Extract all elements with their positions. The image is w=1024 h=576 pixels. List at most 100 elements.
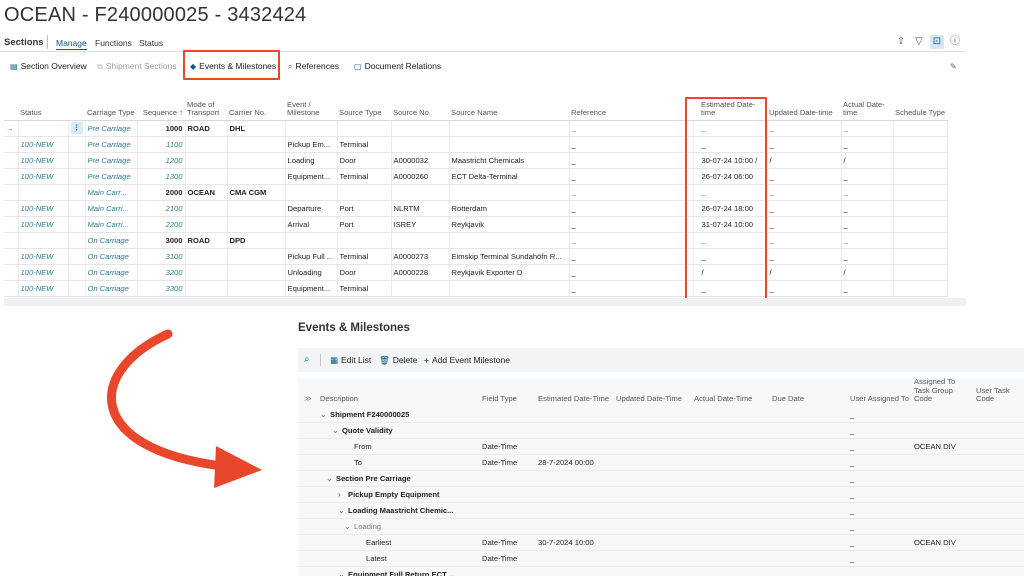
list-item[interactable]: ⌄ Equipment Full Return ECT ... _: [298, 566, 1024, 576]
ev-col-task-group[interactable]: Assigned To Task Group Code: [912, 377, 974, 407]
chevron-down-icon[interactable]: ⌄: [338, 570, 348, 576]
delete-button[interactable]: 🗑 Delete: [379, 355, 417, 366]
col-carrier[interactable]: Carrier No.: [227, 96, 285, 121]
cell-seq[interactable]: 2200: [137, 216, 186, 233]
row-menu[interactable]: [68, 232, 86, 249]
list-item[interactable]: Earliest Date-Time 30-7-2024 10:00 _ OCEAN D…: [298, 534, 1024, 551]
row-menu[interactable]: [68, 168, 86, 185]
row-menu[interactable]: [68, 200, 86, 217]
row-menu[interactable]: [68, 216, 86, 233]
cell-seq[interactable]: 1100: [137, 136, 186, 153]
chevron-down-icon[interactable]: ⌄: [326, 474, 336, 483]
table-row[interactable]: 100-NEW On Carriage 3100 Pickup Full ... Ter…: [4, 248, 948, 265]
more-options-icon[interactable]: ⋮: [70, 122, 83, 134]
cell-status[interactable]: 100-NEW: [18, 152, 69, 169]
col-actual[interactable]: Actual Date-time: [841, 96, 893, 121]
menu-functions[interactable]: Functions: [95, 38, 132, 48]
cell-seq[interactable]: 3200: [137, 264, 186, 281]
table-row[interactable]: 100-NEW On Carriage 3200 Unloading Door A0000…: [4, 264, 948, 281]
list-item[interactable]: Latest Date-Time _: [298, 550, 1024, 567]
cell-seq[interactable]: 3300: [137, 280, 186, 297]
filter-icon[interactable]: ▽: [912, 35, 926, 49]
document-relations-button[interactable]: ▢ Document Relations: [354, 61, 441, 71]
cell-status[interactable]: 100-NEW: [18, 280, 69, 297]
cell-seq[interactable]: 2000: [137, 184, 186, 201]
ev-col-user-assigned[interactable]: User Assigned To: [848, 378, 912, 407]
row-menu[interactable]: ⋮: [68, 120, 86, 137]
col-mode[interactable]: Mode of Transport: [185, 96, 227, 121]
cell-status[interactable]: 100-NEW: [18, 248, 69, 265]
table-row[interactable]: 100-NEW Main Carri... 2100 Departure Port NLR…: [4, 200, 948, 217]
col-source-name[interactable]: Source Name: [449, 96, 569, 121]
table-row[interactable]: 100-NEW Pre Carriage 1100 Pickup Em... Termi…: [4, 136, 948, 153]
row-menu[interactable]: [68, 152, 86, 169]
cell-status[interactable]: 100-NEW: [18, 216, 69, 233]
list-item[interactable]: ⌄ Loading _: [298, 518, 1024, 535]
pin-icon[interactable]: ✎: [950, 61, 960, 71]
list-item[interactable]: ⌄ Section Pre Carriage _: [298, 470, 1024, 487]
cell-seq[interactable]: 1200: [137, 152, 186, 169]
cell-status[interactable]: [18, 120, 69, 137]
section-overview-button[interactable]: ▤ Section Overview: [10, 61, 87, 71]
ev-col-due[interactable]: Due Date: [770, 378, 848, 407]
col-event[interactable]: Event / Milestone: [285, 96, 337, 121]
col-source-no[interactable]: Source No.: [391, 96, 449, 121]
cell-carriage[interactable]: On Carriage: [85, 264, 138, 281]
cell-carriage[interactable]: On Carriage: [85, 280, 138, 297]
row-menu[interactable]: [68, 184, 86, 201]
cell-status[interactable]: 100-NEW: [18, 136, 69, 153]
list-item[interactable]: To Date-Time 28-7-2024 00:00 _: [298, 454, 1024, 471]
cell-carriage[interactable]: Main Carr...: [85, 184, 138, 201]
ev-col-actual[interactable]: Actual Date-Time: [692, 378, 770, 407]
expand-icon[interactable]: ⊡: [930, 35, 944, 49]
cell-carriage[interactable]: Pre Carriage: [85, 120, 138, 137]
chevron-down-icon[interactable]: ⌄: [338, 506, 348, 515]
cell-status[interactable]: 100-NEW: [18, 264, 69, 281]
col-carriage-type[interactable]: Carriage Type: [85, 96, 137, 121]
list-item[interactable]: ⌄ Loading Maastricht Chemic... _: [298, 502, 1024, 519]
cell-seq[interactable]: 2100: [137, 200, 186, 217]
cell-carriage[interactable]: Pre Carriage: [85, 136, 138, 153]
chevron-down-icon[interactable]: ⌄: [320, 410, 330, 419]
ev-col-field-type[interactable]: Field Type: [480, 378, 536, 407]
row-menu[interactable]: [68, 248, 86, 265]
cell-carriage[interactable]: Main Carri...: [85, 200, 138, 217]
table-row[interactable]: On Carriage 3000 ROAD DPD _ _ _ _: [4, 232, 948, 249]
col-updated[interactable]: Updated Date-time: [767, 96, 841, 121]
chevron-down-icon[interactable]: ⌄: [344, 522, 354, 531]
col-status[interactable]: Status: [18, 96, 68, 121]
cell-carriage[interactable]: Pre Carriage: [85, 152, 138, 169]
cell-carriage[interactable]: On Carriage: [85, 248, 138, 265]
cell-seq[interactable]: 1300: [137, 168, 186, 185]
cell-status[interactable]: [18, 184, 69, 201]
col-schedule[interactable]: Schedule Type: [893, 96, 948, 121]
table-row[interactable]: 100-NEW Pre Carriage 1200 Loading Door A00000…: [4, 152, 948, 169]
ev-col-updated[interactable]: Updated Date-Time: [614, 378, 692, 407]
table-row[interactable]: → ⋮ Pre Carriage 1000 ROAD DHL _ _ _ _: [4, 120, 948, 137]
references-button[interactable]: ⌕ References: [288, 61, 339, 72]
table-row[interactable]: Main Carr... 2000 OCEAN CMA CGM _ _ _ _: [4, 184, 948, 201]
col-reference[interactable]: Reference: [569, 96, 693, 121]
cell-carriage[interactable]: On Carriage: [85, 232, 138, 249]
cell-seq[interactable]: 3000: [137, 232, 186, 249]
row-menu[interactable]: [68, 136, 86, 153]
search-icon[interactable]: ⌕: [304, 354, 310, 365]
list-item[interactable]: ⌄ Quote Validity _: [298, 422, 1024, 439]
info-icon[interactable]: ⓘ: [948, 35, 962, 49]
list-item[interactable]: › Pickup Empty Equipment _: [298, 486, 1024, 503]
table-row[interactable]: 100-NEW Main Carri... 2200 Arrival Port ISREY…: [4, 216, 948, 233]
row-menu[interactable]: [68, 280, 86, 297]
col-sequence[interactable]: Sequence ↑: [137, 96, 185, 121]
table-row[interactable]: 100-NEW Pre Carriage 1300 Equipment... Termi…: [4, 168, 948, 185]
menu-manage[interactable]: Manage: [56, 38, 87, 50]
cell-status[interactable]: [18, 232, 69, 249]
row-menu[interactable]: [68, 264, 86, 281]
ev-col-description[interactable]: Description: [318, 378, 480, 407]
add-event-milestone-button[interactable]: + Add Event Milestone: [424, 355, 510, 365]
chevron-right-icon[interactable]: ›: [338, 490, 348, 499]
ev-col-user-task[interactable]: User Task Code: [974, 378, 1024, 407]
cell-seq[interactable]: 3100: [137, 248, 186, 265]
cell-carriage[interactable]: Pre Carriage: [85, 168, 138, 185]
cell-carriage[interactable]: Main Carri...: [85, 216, 138, 233]
menu-status[interactable]: Status: [139, 38, 163, 48]
